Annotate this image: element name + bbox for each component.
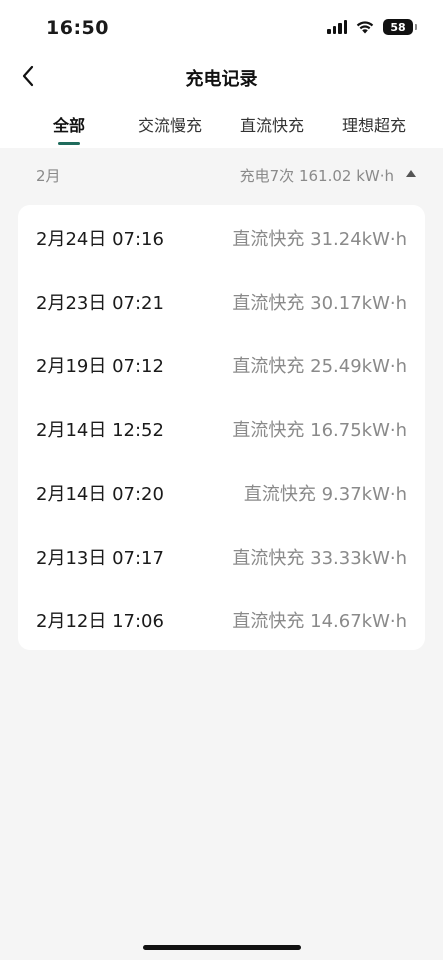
record-date: 2月14日 12:52 [36,420,164,442]
battery-level: 58 [390,20,406,34]
nav-bar: 充电记录 [0,58,443,98]
record-date: 2月19日 07:12 [36,356,164,378]
status-icons: 58 [327,19,417,35]
record-date: 2月13日 07:17 [36,547,164,569]
record-detail: 直流快充 33.33kW·h [232,547,407,569]
record-row[interactable]: 2月19日 07:12 直流快充 25.49kW·h [18,332,425,396]
tab-li-super[interactable]: 理想超充 [342,112,406,136]
record-date: 2月12日 17:06 [36,611,164,633]
record-row[interactable]: 2月23日 07:21 直流快充 30.17kW·h [18,269,425,333]
battery-icon: 58 [383,19,417,35]
month-header[interactable]: 2月 充电7次 161.02 kW·h [0,163,443,187]
record-detail: 直流快充 14.67kW·h [232,611,407,633]
record-row[interactable]: 2月14日 12:52 直流快充 16.75kW·h [18,396,425,460]
tab-bar: 全部 交流慢充 直流快充 理想超充 [0,98,443,148]
home-indicator[interactable] [143,945,301,950]
tab-all[interactable]: 全部 [53,112,85,136]
record-date: 2月23日 07:21 [36,292,164,314]
record-row[interactable]: 2月13日 07:17 直流快充 33.33kW·h [18,524,425,588]
page-title: 充电记录 [185,69,258,90]
month-summary: 充电7次 161.02 kW·h [239,167,394,185]
record-detail: 直流快充 31.24kW·h [232,229,407,250]
tab-dc-fast[interactable]: 直流快充 [240,112,304,136]
record-detail: 直流快充 25.49kW·h [232,356,407,378]
status-bar: 16:50 58 [0,0,443,58]
wifi-icon [356,21,374,34]
signal-icon [327,20,347,34]
record-date: 2月14日 07:20 [36,483,164,505]
record-date: 2月24日 07:16 [36,229,164,250]
record-row[interactable]: 2月14日 07:20 直流快充 9.37kW·h [18,460,425,524]
record-detail: 直流快充 9.37kW·h [243,483,407,505]
tab-ac-slow[interactable]: 交流慢充 [138,112,202,136]
record-row[interactable]: 2月12日 17:06 直流快充 14.67kW·h [18,587,425,651]
screen: 16:50 58 充电记录 全部 交流慢充 直流快充 理想超充 2月 充电7次 … [0,0,443,960]
triangle-up-icon[interactable] [405,169,417,179]
record-detail: 直流快充 30.17kW·h [232,292,407,314]
status-time: 16:50 [46,17,109,39]
tab-active-indicator [58,142,80,145]
record-detail: 直流快充 16.75kW·h [232,420,407,442]
records-card: 2月24日 07:16 直流快充 31.24kW·h 2月23日 07:21 直… [18,205,425,650]
record-row[interactable]: 2月24日 07:16 直流快充 31.24kW·h [18,205,425,269]
month-label: 2月 [36,167,61,185]
